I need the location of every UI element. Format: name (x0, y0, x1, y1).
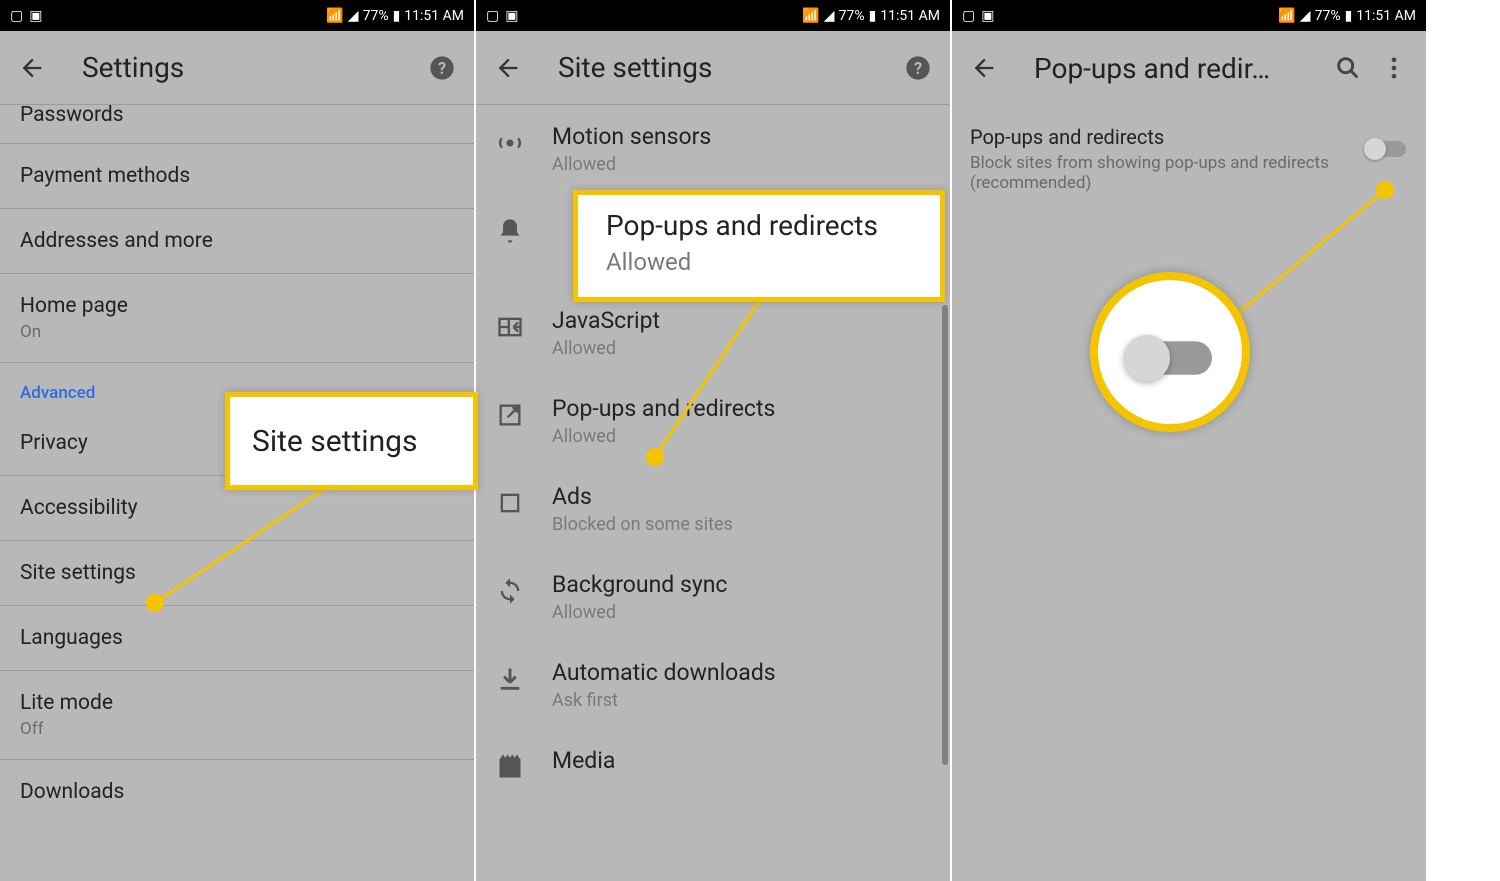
appbar: Site settings ? (476, 31, 950, 105)
settings-item-lite-mode[interactable]: Lite mode Off (0, 671, 474, 760)
help-icon[interactable]: ? (428, 54, 456, 82)
clock: 11:51 AM (880, 8, 940, 24)
callout-dot (646, 448, 664, 466)
callout-site-settings: Site settings (225, 392, 478, 490)
media-icon (496, 753, 524, 781)
javascript-icon (496, 313, 524, 341)
site-item-ads[interactable]: AdsBlocked on some sites (476, 465, 950, 553)
signal-icon: ◢ (824, 8, 835, 24)
zoomed-switch (1124, 333, 1216, 383)
site-item-media[interactable]: Media (476, 729, 950, 799)
site-item-background-sync[interactable]: Background syncAllowed (476, 553, 950, 641)
popup-icon (496, 401, 524, 429)
image-icon: ▢ (10, 8, 23, 24)
settings-item-languages[interactable]: Languages (0, 606, 474, 671)
settings-item-addresses[interactable]: Addresses and more (0, 209, 474, 274)
clock: 11:51 AM (1356, 8, 1416, 24)
wifi-icon: 📶 (1278, 8, 1295, 24)
page-title: Site settings (558, 51, 886, 84)
site-item-javascript[interactable]: JavaScriptAllowed (476, 289, 950, 377)
phone-3-popups: ▢ ▣ 📶 ◢ 77% ▮ 11:51 AM Pop-ups and redir… (952, 0, 1428, 881)
status-bar: ▢ ▣ 📶 ◢ 77% ▮ 11:51 AM (476, 0, 950, 31)
bell-icon (496, 217, 524, 245)
callout-dot (1376, 181, 1394, 199)
sync-icon (496, 577, 524, 605)
callout-zoom-switch (1090, 272, 1250, 432)
battery-saver-icon: ▣ (29, 8, 42, 24)
settings-item-passwords[interactable]: Passwords (0, 105, 474, 144)
back-icon[interactable] (18, 54, 46, 82)
search-icon[interactable] (1334, 54, 1362, 82)
popup-row-sub: Block sites from showing pop-ups and red… (970, 153, 1350, 193)
battery-icon: ▮ (393, 8, 401, 24)
site-item-popups[interactable]: Pop-ups and redirectsAllowed (476, 377, 950, 465)
page-title: Settings (82, 51, 410, 84)
more-icon[interactable] (1380, 54, 1408, 82)
appbar: Pop-ups and redir… (952, 31, 1426, 105)
popup-row-label: Pop-ups and redirects (970, 125, 1350, 149)
battery-saver-icon: ▣ (505, 8, 518, 24)
battery-saver-icon: ▣ (981, 8, 994, 24)
back-icon[interactable] (494, 54, 522, 82)
svg-text:?: ? (914, 58, 922, 77)
settings-item-downloads[interactable]: Downloads (0, 760, 474, 824)
site-item-automatic-downloads[interactable]: Automatic downloadsAsk first (476, 641, 950, 729)
battery-icon: ▮ (869, 8, 877, 24)
settings-item-payment-methods[interactable]: Payment methods (0, 144, 474, 209)
site-item-motion-sensors[interactable]: Motion sensorsAllowed (476, 105, 950, 193)
settings-item-home-page[interactable]: Home page On (0, 274, 474, 363)
image-icon: ▢ (962, 8, 975, 24)
appbar: Settings ? (0, 31, 474, 105)
settings-item-site-settings[interactable]: Site settings (0, 541, 474, 606)
wifi-icon: 📶 (326, 8, 343, 24)
clock: 11:51 AM (404, 8, 464, 24)
motion-icon (496, 129, 524, 157)
back-icon[interactable] (970, 54, 998, 82)
status-bar: ▢ ▣ 📶 ◢ 77% ▮ 11:51 AM (0, 0, 474, 31)
signal-icon: ◢ (1300, 8, 1311, 24)
battery-icon: ▮ (1345, 8, 1353, 24)
status-bar: ▢ ▣ 📶 ◢ 77% ▮ 11:51 AM (952, 0, 1426, 31)
callout-popups: Pop-ups and redirects Allowed (573, 190, 945, 302)
battery-pct: 77% (839, 8, 865, 24)
svg-text:?: ? (438, 58, 446, 77)
phone-2-site-settings: ▢ ▣ 📶 ◢ 77% ▮ 11:51 AM Site settings ? M… (476, 0, 952, 881)
scrollbar[interactable] (942, 305, 948, 765)
popup-toggle-row[interactable]: Pop-ups and redirects Block sites from s… (952, 105, 1426, 213)
callout-dot (146, 594, 164, 612)
image-icon: ▢ (486, 8, 499, 24)
wifi-icon: 📶 (802, 8, 819, 24)
ads-icon (496, 489, 524, 517)
battery-pct: 77% (363, 8, 389, 24)
signal-icon: ◢ (348, 8, 359, 24)
battery-pct: 77% (1315, 8, 1341, 24)
download-icon (496, 665, 524, 693)
page-title: Pop-ups and redir… (1034, 52, 1316, 85)
popup-switch[interactable] (1364, 137, 1408, 161)
help-icon[interactable]: ? (904, 54, 932, 82)
